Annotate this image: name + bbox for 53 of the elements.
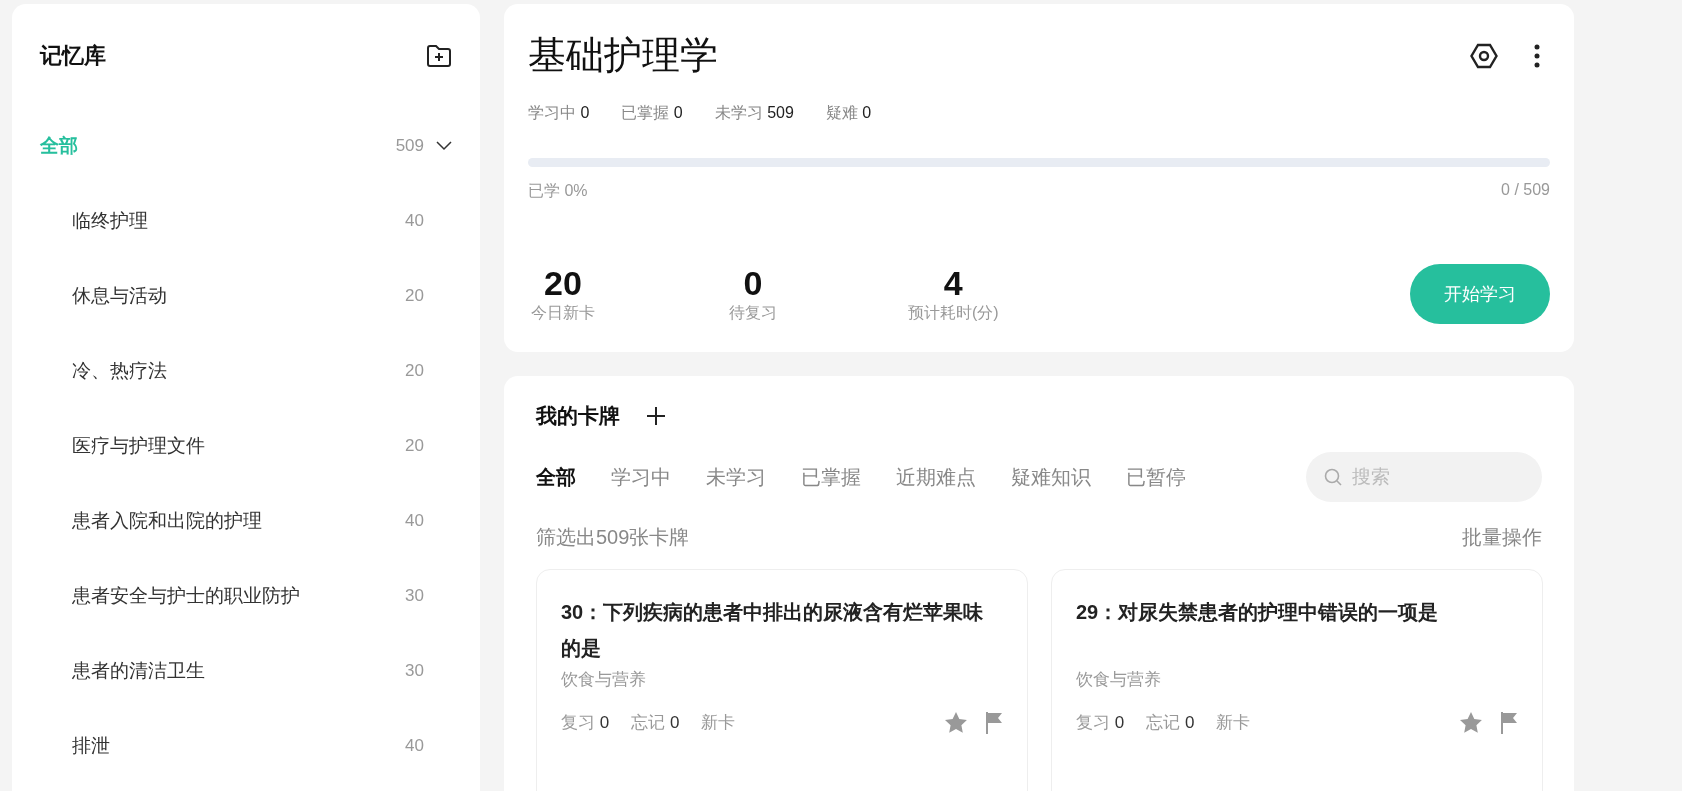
batch-actions-link[interactable]: 批量操作	[1462, 524, 1542, 551]
progress-reading: 0 / 509	[1501, 181, 1550, 200]
filter-tab[interactable]: 已暂停	[1126, 463, 1186, 491]
category-item[interactable]: 医疗与护理文件 20	[40, 408, 452, 483]
category-item[interactable]: 临终护理 40	[40, 183, 452, 258]
filter-tab[interactable]: 全部	[536, 463, 576, 491]
filter-result-text: 筛选出509张卡牌	[536, 525, 690, 550]
summary-label: 待复习	[729, 303, 777, 323]
add-folder-icon[interactable]	[426, 44, 452, 68]
add-icon[interactable]	[646, 406, 666, 426]
summary-label: 预计耗时(分)	[908, 303, 999, 323]
card-stat: 忘记 0	[1146, 712, 1195, 734]
filter-tab[interactable]: 近期难点	[896, 463, 976, 491]
category-item[interactable]: 休息与活动 20	[40, 258, 452, 333]
summary-value: 4	[943, 264, 963, 303]
category-item[interactable]: 排泄 40	[40, 708, 452, 783]
card-stat: 复习 0	[561, 712, 610, 734]
more-menu-icon[interactable]	[1534, 43, 1540, 68]
summary-value: 0	[743, 264, 763, 303]
category-item[interactable]: 患者安全与护士的职业防护 30	[40, 558, 452, 633]
star-icon[interactable]	[1460, 711, 1482, 733]
settings-icon[interactable]	[1470, 42, 1498, 69]
summary-label: 今日新卡	[531, 303, 595, 323]
panel-title: 我的卡牌	[536, 403, 620, 429]
card-stat: 忘记 0	[631, 712, 680, 734]
deck-title: 基础护理学	[528, 33, 718, 78]
filter-tab[interactable]: 学习中	[611, 463, 671, 491]
flag-icon[interactable]	[985, 711, 1003, 734]
card-status: 新卡	[701, 712, 736, 734]
card-title: 29：对尿失禁患者的护理中错误的一项是	[1076, 600, 1440, 625]
chevron-down-icon[interactable]	[436, 140, 452, 151]
category-item[interactable]: 冷、热疗法 20	[40, 333, 452, 408]
flashcard[interactable]: 29：对尿失禁患者的护理中错误的一项是 饮食与营养 复习 0 忘记 0 新卡	[1051, 569, 1543, 791]
card-title: 30：下列疾病的患者中排出的尿液含有烂苹果味的是	[561, 600, 985, 661]
filter-tab[interactable]: 已掌握	[801, 463, 861, 491]
flashcard[interactable]: 30：下列疾病的患者中排出的尿液含有烂苹果味的是 饮食与营养 复习 0 忘记 0 新卡	[536, 569, 1028, 791]
category-item[interactable]: 患者入院和出院的护理 40	[40, 483, 452, 558]
card-stat: 复习 0	[1076, 712, 1125, 734]
sidebar-title: 记忆库	[40, 42, 106, 70]
card-status: 新卡	[1216, 712, 1251, 734]
status-count: 已掌握 0	[621, 103, 683, 123]
progress-label: 已学 0%	[528, 181, 588, 201]
status-count: 学习中 0	[528, 103, 590, 123]
card-category: 饮食与营养	[1076, 669, 1162, 691]
card-category: 饮食与营养	[561, 669, 647, 691]
status-count: 疑难 0	[825, 103, 872, 123]
category-item[interactable]: 患者的清洁卫生 30	[40, 633, 452, 708]
summary-value: 20	[544, 264, 582, 303]
star-icon[interactable]	[945, 711, 967, 733]
filter-tab[interactable]: 疑难知识	[1011, 463, 1091, 491]
status-count: 未学习 509	[714, 103, 794, 123]
filter-tab[interactable]: 未学习	[706, 463, 766, 491]
flag-icon[interactable]	[1500, 711, 1518, 734]
